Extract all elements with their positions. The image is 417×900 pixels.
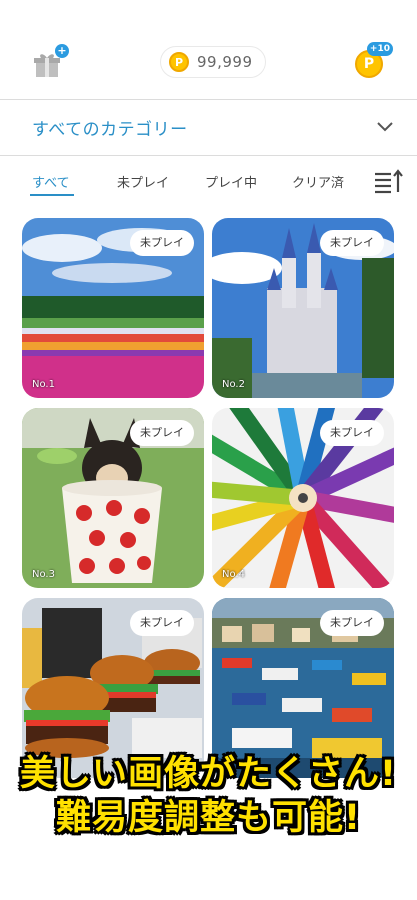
category-label: すべてのカテゴリー (32, 120, 188, 140)
status-badge: 未プレイ (320, 420, 384, 446)
bonus-badge: +10 (366, 42, 393, 56)
status-badge: 未プレイ (320, 230, 384, 256)
puzzle-card-1[interactable]: 未プレイ No.1 (22, 218, 204, 398)
filter-tabs: すべて 未プレイ プレイ中 クリア済 (0, 164, 417, 202)
puzzle-card-5[interactable]: 未プレイ (22, 598, 204, 778)
tab-all[interactable]: すべて (32, 172, 70, 191)
puzzle-number: No.3 (32, 569, 55, 580)
active-tab-indicator (30, 194, 74, 196)
gift-icon[interactable]: + (33, 44, 69, 78)
promo-caption-line-2: 難易度調整も可能! (56, 798, 361, 838)
tab-unplayed[interactable]: 未プレイ (117, 172, 169, 191)
puzzle-card-3[interactable]: 未プレイ No.3 (22, 408, 204, 588)
coin-balance: P 99,999 (160, 46, 266, 78)
tab-cleared[interactable]: クリア済 (292, 172, 344, 191)
puzzle-number: No.1 (32, 379, 55, 390)
bonus-coin-button[interactable]: P +10 (355, 42, 393, 78)
puzzle-number: No.2 (222, 379, 245, 390)
bonus-coin-icon: P (363, 56, 375, 72)
category-divider (0, 155, 417, 156)
tab-in-progress[interactable]: プレイ中 (205, 172, 257, 191)
coin-icon: P (169, 52, 189, 72)
promo-caption-line-1: 美しい画像がたくさん! (20, 754, 397, 794)
status-badge: 未プレイ (130, 420, 194, 446)
category-dropdown[interactable]: すべてのカテゴリー (0, 100, 417, 155)
sort-icon[interactable] (373, 168, 403, 194)
status-badge: 未プレイ (130, 230, 194, 256)
status-badge: 未プレイ (320, 610, 384, 636)
promo-caption: 美しい画像がたくさん! 難易度調整も可能! (0, 752, 417, 840)
top-bar: + P 99,999 P +10 (0, 0, 417, 100)
coin-amount: 99,999 (197, 53, 253, 71)
puzzle-number: No.4 (222, 569, 245, 580)
chevron-down-icon (377, 122, 393, 132)
gift-badge: + (55, 44, 69, 58)
puzzle-card-2[interactable]: 未プレイ No.2 (212, 218, 394, 398)
status-badge: 未プレイ (130, 610, 194, 636)
puzzle-card-4[interactable]: 未プレイ No.4 (212, 408, 394, 588)
puzzle-card-6[interactable]: 未プレイ (212, 598, 394, 778)
